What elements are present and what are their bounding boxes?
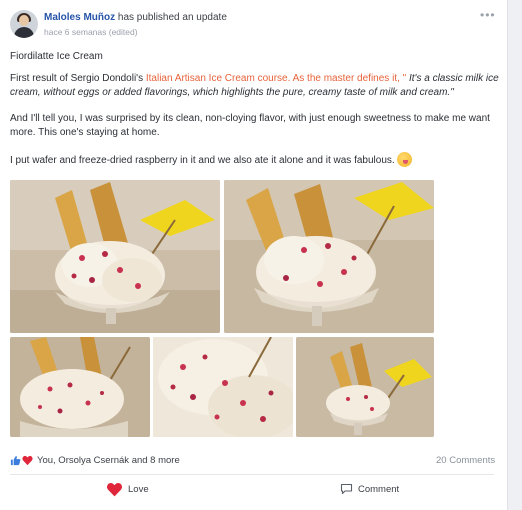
love-label: Love bbox=[128, 483, 149, 495]
course-link[interactable]: Italian Artisan Ice Cream course. As the… bbox=[146, 73, 406, 84]
post-paragraph-1: First result of Sergio Dondoli's Italian… bbox=[10, 72, 500, 100]
comment-button[interactable]: Comment bbox=[340, 480, 399, 498]
post-meta: hace 6 semanas (edited) bbox=[44, 27, 138, 37]
edited-label: (edited) bbox=[108, 27, 138, 37]
paragraph-1-text: First result of Sergio Dondoli's bbox=[10, 73, 146, 84]
post-header: Maloles Muñoz has published an update bbox=[44, 12, 227, 23]
heart-icon bbox=[106, 482, 123, 496]
comment-label: Comment bbox=[358, 483, 400, 495]
post-title: Fiordilatte Ice Cream bbox=[10, 51, 103, 62]
post-paragraph-2: And I'll tell you, I was surprised by it… bbox=[10, 113, 490, 138]
author-name-link[interactable]: Maloles Muñoz bbox=[44, 12, 115, 23]
thumbs-up-icon bbox=[10, 455, 21, 465]
comments-count-link[interactable]: 20 Comments bbox=[436, 455, 495, 466]
post-timestamp[interactable]: hace 6 semanas bbox=[44, 27, 106, 37]
post-paragraph-3: I put wafer and freeze-dried raspberry i… bbox=[10, 152, 500, 168]
love-button[interactable]: Love bbox=[106, 480, 149, 498]
post-photo-4[interactable] bbox=[153, 337, 293, 437]
author-avatar[interactable] bbox=[10, 10, 38, 38]
more-options-ellipsis-icon[interactable]: ••• bbox=[480, 8, 496, 22]
post-photo-3[interactable] bbox=[10, 337, 150, 437]
yum-face-emoji-icon bbox=[396, 152, 412, 167]
divider bbox=[10, 474, 494, 475]
activity-post-card: Maloles Muñoz has published an update ha… bbox=[0, 0, 508, 510]
post-photo-1[interactable] bbox=[10, 180, 220, 333]
reactions-summary[interactable]: You, Orsolya Csernák and 8 more bbox=[10, 453, 180, 467]
post-action-text: has published an update bbox=[117, 12, 227, 23]
post-photo-2[interactable] bbox=[224, 180, 434, 333]
heart-icon bbox=[22, 455, 33, 465]
post-photo-5[interactable] bbox=[296, 337, 434, 437]
comment-bubble-icon bbox=[340, 483, 353, 495]
reactions-text[interactable]: You, Orsolya Csernák and 8 more bbox=[37, 455, 180, 466]
paragraph-3-text: I put wafer and freeze-dried raspberry i… bbox=[10, 155, 395, 166]
